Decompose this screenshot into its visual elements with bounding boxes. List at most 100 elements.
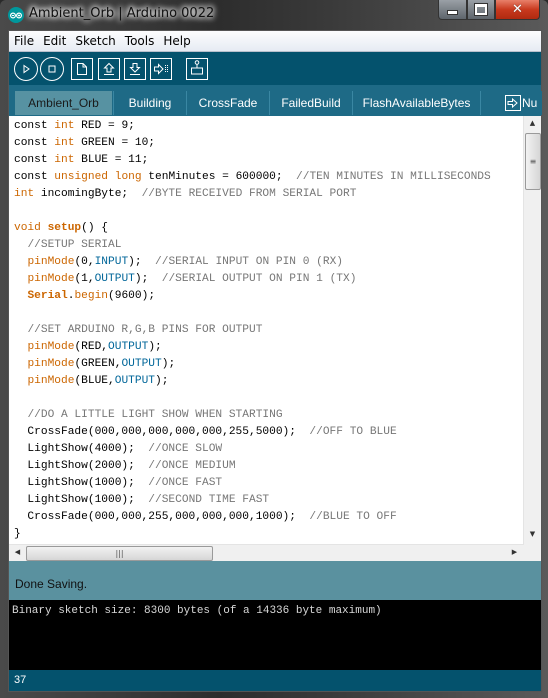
code-line[interactable]: pinMode(0,INPUT); //SERIAL INPUT ON PIN … bbox=[14, 254, 519, 271]
code-token: BLUE = 11; bbox=[74, 154, 149, 166]
new-button[interactable] bbox=[71, 58, 93, 80]
code-line[interactable] bbox=[14, 203, 519, 220]
code-line[interactable]: void setup() { bbox=[14, 220, 519, 237]
serial-monitor-button[interactable] bbox=[186, 58, 208, 80]
code-line[interactable]: //SETUP SERIAL bbox=[14, 237, 519, 254]
arduino-logo-icon bbox=[8, 7, 24, 23]
scroll-down-arrow-icon[interactable]: ▼ bbox=[524, 530, 541, 538]
title-bar[interactable]: Ambient_Orb | Arduino 0022 ✕ bbox=[0, 0, 548, 30]
code-comment: //ONCE SLOW bbox=[148, 443, 223, 455]
upload-button[interactable] bbox=[150, 58, 172, 80]
code-comment: //SETUP SERIAL bbox=[27, 239, 122, 251]
horizontal-scrollbar[interactable]: ◀ ||| ▶ bbox=[9, 544, 524, 562]
code-keyword: pinMode bbox=[27, 358, 75, 370]
code-keyword: int bbox=[54, 137, 75, 149]
code-comment: //SERIAL INPUT ON PIN 0 (RX) bbox=[155, 256, 344, 268]
code-line[interactable]: Serial.begin(9600); bbox=[14, 288, 519, 305]
code-keyword: unsigned bbox=[54, 171, 109, 183]
code-token: ); bbox=[161, 358, 176, 370]
menu-sketch[interactable]: Sketch bbox=[71, 34, 119, 48]
maximize-icon bbox=[475, 4, 487, 15]
verify-button[interactable] bbox=[14, 57, 38, 81]
code-keyword: int bbox=[54, 154, 75, 166]
code-keyword: OUTPUT bbox=[121, 358, 162, 370]
stop-icon bbox=[48, 65, 56, 73]
menu-help[interactable]: Help bbox=[159, 34, 194, 48]
vertical-scrollbar[interactable]: ▲ ≡ ▼ bbox=[523, 116, 541, 544]
scroll-left-arrow-icon[interactable]: ◀ bbox=[9, 548, 26, 556]
code-line[interactable]: pinMode(BLUE,OUTPUT); bbox=[14, 373, 519, 390]
code-keyword: OUTPUT bbox=[114, 375, 156, 387]
line-number: 37 bbox=[14, 674, 27, 686]
code-comment: //OFF TO BLUE bbox=[309, 426, 397, 438]
close-button[interactable]: ✕ bbox=[495, 0, 540, 20]
code-comment: //SERIAL OUTPUT ON PIN 1 (TX) bbox=[161, 273, 357, 285]
code-line[interactable]: //SET ARDUINO R,G,B PINS FOR OUTPUT bbox=[14, 322, 519, 339]
code-keyword: void bbox=[14, 222, 41, 234]
maximize-button[interactable] bbox=[467, 0, 495, 20]
code-line[interactable]: CrossFade(000,000,255,000,000,000,1000);… bbox=[14, 509, 519, 526]
scroll-right-arrow-icon[interactable]: ▶ bbox=[506, 548, 523, 556]
code-token: (BLUE, bbox=[74, 375, 115, 387]
upload-icon bbox=[154, 63, 168, 75]
horizontal-scroll-thumb[interactable]: ||| bbox=[26, 546, 213, 561]
window-controls: ✕ bbox=[438, 0, 540, 20]
code-token: (0, bbox=[74, 256, 95, 268]
code-token: incomingByte; bbox=[34, 188, 142, 200]
tab-ambient-orb[interactable]: Ambient_Orb bbox=[15, 91, 112, 115]
code-keyword: pinMode bbox=[27, 341, 75, 353]
menu-tools[interactable]: Tools bbox=[121, 34, 159, 48]
code-comment: //BLUE TO OFF bbox=[309, 511, 397, 523]
tab-failedbuild[interactable]: FailedBuild bbox=[269, 91, 352, 115]
code-comment: //ONCE MEDIUM bbox=[148, 460, 236, 472]
code-token: (9600); bbox=[108, 290, 156, 302]
stop-button[interactable] bbox=[40, 57, 64, 81]
code-line[interactable]: pinMode(1,OUTPUT); //SERIAL OUTPUT ON PI… bbox=[14, 271, 519, 288]
new-file-icon bbox=[77, 63, 87, 75]
code-line[interactable]: const int GREEN = 10; bbox=[14, 135, 519, 152]
code-line[interactable]: pinMode(RED,OUTPUT); bbox=[14, 339, 519, 356]
menu-file[interactable]: File bbox=[10, 34, 38, 48]
code-line[interactable]: LightShow(1000); //SECOND TIME FAST bbox=[14, 492, 519, 509]
sketch-tabs: Ambient_Orb Building CrossFade FailedBui… bbox=[9, 85, 542, 116]
code-line[interactable]: //DO A LITTLE LIGHT SHOW WHEN STARTING bbox=[14, 407, 519, 424]
vertical-scroll-thumb[interactable]: ≡ bbox=[525, 133, 541, 190]
code-line[interactable]: const unsigned long tenMinutes = 600000;… bbox=[14, 169, 519, 186]
tab-crossfade[interactable]: CrossFade bbox=[186, 91, 269, 115]
code-line[interactable]: LightShow(2000); //ONCE MEDIUM bbox=[14, 458, 519, 475]
save-button[interactable] bbox=[124, 58, 146, 80]
code-token: } bbox=[14, 528, 21, 540]
play-icon bbox=[23, 64, 30, 74]
tab-building[interactable]: Building bbox=[113, 91, 186, 115]
code-line[interactable]: LightShow(4000); //ONCE SLOW bbox=[14, 441, 519, 458]
code-token: ); bbox=[155, 375, 169, 387]
code-line[interactable]: const int BLUE = 11; bbox=[14, 152, 519, 169]
code-line[interactable]: LightShow(1000); //ONCE FAST bbox=[14, 475, 519, 492]
code-line[interactable]: const int RED = 9; bbox=[14, 118, 519, 135]
code-line[interactable]: CrossFade(000,000,000,000,000,255,5000);… bbox=[14, 424, 519, 441]
line-number-bar: 37 bbox=[9, 670, 541, 691]
menu-edit[interactable]: Edit bbox=[39, 34, 70, 48]
tab-overflow-button[interactable]: Nu bbox=[505, 91, 537, 115]
code-line[interactable]: } bbox=[14, 526, 519, 543]
console-output[interactable]: Binary sketch size: 8300 bytes (of a 143… bbox=[9, 600, 541, 670]
open-button[interactable] bbox=[98, 58, 120, 80]
code-token: (1, bbox=[74, 273, 95, 285]
code-token: LightShow(4000); bbox=[14, 443, 149, 455]
code-line[interactable] bbox=[14, 390, 519, 407]
code-keyword: OUTPUT bbox=[94, 273, 135, 285]
scroll-up-arrow-icon[interactable]: ▲ bbox=[524, 119, 541, 127]
tab-flashavailablebytes[interactable]: FlashAvailableBytes bbox=[352, 91, 480, 115]
code-text-area[interactable]: const int RED = 9; const int GREEN = 10; c… bbox=[14, 118, 519, 543]
minimize-icon bbox=[447, 10, 458, 15]
code-token: (GREEN, bbox=[74, 358, 122, 370]
code-line[interactable]: int incomingByte; //BYTE RECEIVED FROM S… bbox=[14, 186, 519, 203]
minimize-button[interactable] bbox=[438, 0, 467, 20]
code-editor[interactable]: const int RED = 9; const int GREEN = 10; c… bbox=[9, 116, 541, 562]
code-line[interactable] bbox=[14, 305, 519, 322]
code-line[interactable]: pinMode(GREEN,OUTPUT); bbox=[14, 356, 519, 373]
